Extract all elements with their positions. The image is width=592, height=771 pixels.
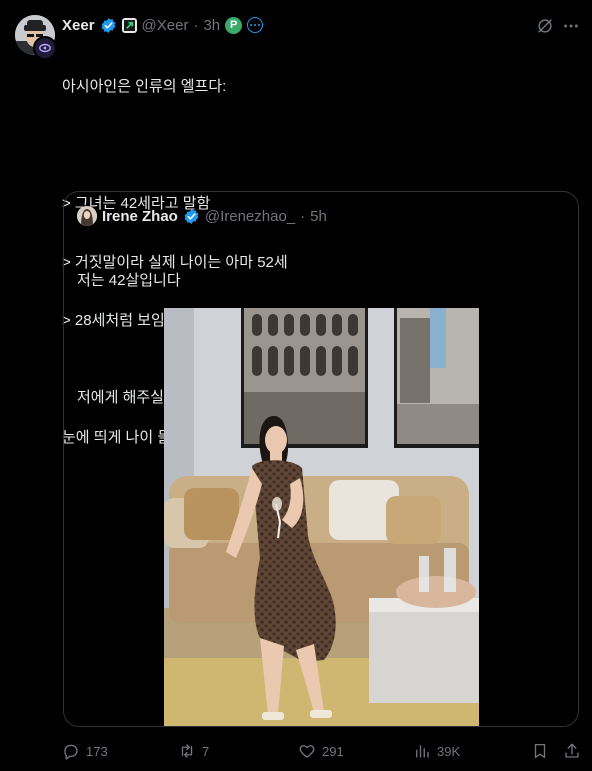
tweet-header: Xeer @Xeer · 3h P [62, 14, 264, 36]
grok-icon[interactable] [536, 15, 554, 37]
like-count: 291 [322, 743, 344, 759]
quoted-handle: @Irenezhao_ [204, 207, 296, 225]
heart-icon [299, 745, 315, 758]
tweet-time[interactable]: 3h [203, 17, 220, 34]
share-icon [565, 743, 579, 758]
views-count: 39K [437, 743, 461, 759]
views-button[interactable]: 39K [413, 740, 460, 762]
more-circle-icon[interactable] [247, 17, 264, 33]
author-handle[interactable]: @Xeer [142, 17, 189, 34]
quoted-photo[interactable] [164, 308, 479, 726]
author-name[interactable]: Xeer [62, 17, 95, 34]
reply-count: 173 [86, 743, 108, 759]
quoted-author-name: Irene Zhao [102, 207, 178, 225]
repost-count: 7 [202, 743, 210, 759]
more-icon[interactable] [562, 15, 580, 37]
reply-icon [64, 744, 78, 760]
repost-icon [181, 744, 193, 758]
bookmark-icon [534, 743, 546, 759]
dot-separator: · [300, 207, 306, 225]
views-icon [416, 745, 429, 758]
quoted-time: 5h [310, 207, 327, 225]
dot-separator: · [193, 16, 199, 34]
verified-badge-icon[interactable] [100, 17, 117, 34]
share-button[interactable] [563, 740, 581, 762]
quoted-line: 저는 42살입니다 [77, 272, 181, 289]
verified-badge-icon [183, 208, 200, 225]
p-badge[interactable]: P [225, 16, 243, 34]
repost-button[interactable]: 7 [178, 740, 209, 762]
bookmark-button[interactable] [531, 740, 549, 762]
reply-button[interactable]: 173 [62, 740, 108, 762]
quoted-tweet[interactable]: Irene Zhao @Irenezhao_ · 5h 저는 42살입니다 저에… [63, 191, 579, 727]
quoted-header: Irene Zhao @Irenezhao_ · 5h [77, 206, 327, 226]
like-button[interactable]: 291 [298, 740, 344, 762]
tweet-line: 아시아인은 인류의 엘프다: [62, 78, 227, 95]
tweet-line [62, 136, 574, 156]
affiliate-badge-icon[interactable] [121, 17, 137, 33]
community-badge-icon [33, 36, 57, 60]
quoted-avatar [77, 206, 97, 226]
